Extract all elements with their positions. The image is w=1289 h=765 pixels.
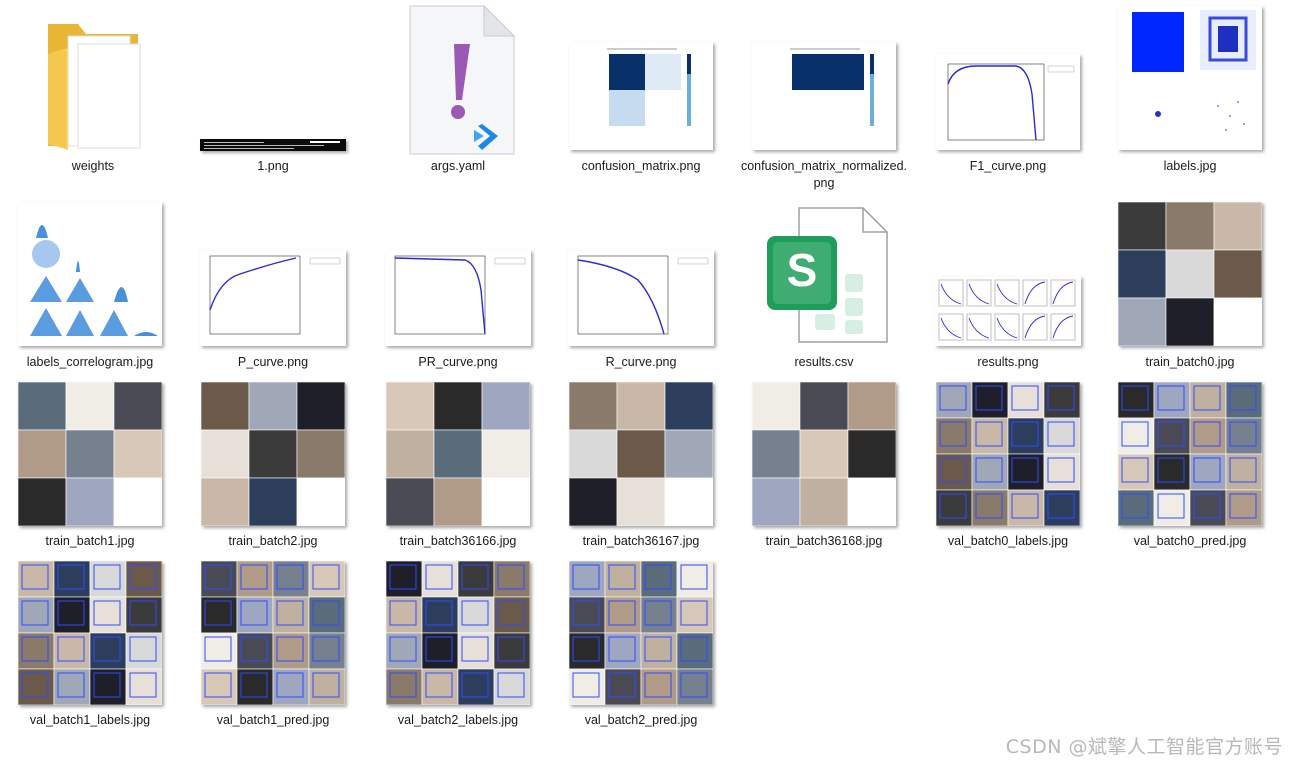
mosaic-image [1118,382,1262,526]
file-item[interactable]: val_batch0_labels.jpg [923,380,1093,555]
val-batch-thumbnail-icon [18,561,162,705]
file-name: val_batch1_labels.jpg [29,713,151,727]
file-name: val_batch2_labels.jpg [397,713,519,727]
mosaic-image [201,382,345,526]
mosaic-image [18,561,162,705]
file-name: val_batch1_pred.jpg [216,713,330,727]
file-item[interactable]: results.png [923,200,1093,375]
mosaic-image [386,382,530,526]
train-batch-thumbnail-icon [386,382,530,526]
confusion-matrix-normalized-thumbnail-icon [752,42,896,150]
train-batch-thumbnail-icon [18,382,162,526]
file-item[interactable]: train_batch0.jpg [1105,200,1275,375]
file-item[interactable]: confusion_matrix_normalized.png [739,8,909,190]
train-batch-thumbnail-icon [569,382,713,526]
spreadsheet-file-icon: S [759,204,889,346]
mosaic-image [569,561,713,705]
train-batch-thumbnail-icon [1118,202,1262,346]
file-item[interactable]: labels.jpg [1105,6,1275,178]
pr-curve-thumbnail-icon [385,250,531,346]
file-item[interactable]: train_batch36166.jpg [373,380,543,555]
svg-text:S: S [787,244,818,296]
terminal-thumbnail-icon [200,139,346,151]
file-name: results.csv [794,355,854,369]
val-batch-thumbnail-icon [201,561,345,705]
file-name: P_curve.png [237,355,309,369]
val-batch-thumbnail-icon [936,382,1080,526]
mosaic-image [386,561,530,705]
file-item[interactable]: val_batch2_labels.jpg [373,559,543,734]
p-curve-thumbnail-icon [200,250,346,346]
train-batch-thumbnail-icon [201,382,345,526]
file-name: train_batch2.jpg [228,534,318,548]
mosaic-image [752,382,896,526]
file-name: labels_correlogram.jpg [26,355,154,369]
file-item[interactable]: weights [8,8,178,178]
file-item[interactable]: val_batch1_labels.jpg [5,559,175,734]
file-name: confusion_matrix_normalized.png [740,159,908,190]
confusion-matrix-thumbnail-icon [569,42,713,150]
results-thumbnail-icon [935,276,1081,346]
r-curve-thumbnail-icon [568,250,714,346]
f1-curve-thumbnail-icon [936,54,1080,150]
val-batch-thumbnail-icon [1118,382,1262,526]
file-item[interactable]: args.yaml [373,4,543,178]
file-item[interactable]: confusion_matrix.png [556,8,726,178]
file-item[interactable]: R_curve.png [556,200,726,375]
file-name: val_batch0_labels.jpg [947,534,1069,548]
file-name: results.png [977,355,1039,369]
file-name: train_batch36168.jpg [765,534,883,548]
file-item[interactable]: val_batch2_pred.jpg [556,559,726,734]
file-item[interactable]: val_batch0_pred.jpg [1105,380,1275,555]
correlogram-thumbnail-icon [18,202,162,346]
watermark: CSDN @斌擎人工智能官方账号 [1005,736,1283,758]
file-item[interactable]: 1.png [188,8,358,178]
file-name: args.yaml [430,159,486,173]
file-name: F1_curve.png [969,159,1047,173]
train-batch-thumbnail-icon [752,382,896,526]
val-batch-thumbnail-icon [386,561,530,705]
mosaic-image [936,382,1080,526]
file-name: train_batch36166.jpg [399,534,517,548]
file-name: PR_curve.png [418,355,498,369]
file-item[interactable]: labels_correlogram.jpg [5,200,175,375]
file-name: val_batch2_pred.jpg [584,713,698,727]
mosaic-image [18,382,162,526]
mosaic-image [1118,202,1262,346]
yaml-file-icon [398,4,518,156]
labels-thumbnail-icon [1118,6,1262,150]
file-grid: weights 1.png args.yaml confusion_matrix… [0,0,1289,765]
file-name: train_batch0.jpg [1145,355,1235,369]
file-name: weights [71,159,115,173]
file-name: labels.jpg [1163,159,1217,173]
file-item[interactable]: train_batch36167.jpg [556,380,726,555]
file-name: 1.png [257,159,289,173]
file-item[interactable]: train_batch1.jpg [5,380,175,555]
file-name: train_batch1.jpg [45,534,135,548]
mosaic-image [201,561,345,705]
file-item[interactable]: PR_curve.png [373,200,543,375]
file-item[interactable]: val_batch1_pred.jpg [188,559,358,734]
file-name: val_batch0_pred.jpg [1133,534,1247,548]
file-item[interactable]: P_curve.png [188,200,358,375]
file-item[interactable]: train_batch2.jpg [188,380,358,555]
file-name: confusion_matrix.png [581,159,701,173]
file-item[interactable]: F1_curve.png [923,8,1093,178]
file-item[interactable]: S results.csv [739,200,909,375]
folder-icon [38,14,148,154]
file-name: R_curve.png [605,355,677,369]
file-name: train_batch36167.jpg [582,534,700,548]
val-batch-thumbnail-icon [569,561,713,705]
file-item[interactable]: train_batch36168.jpg [739,380,909,555]
mosaic-image [569,382,713,526]
